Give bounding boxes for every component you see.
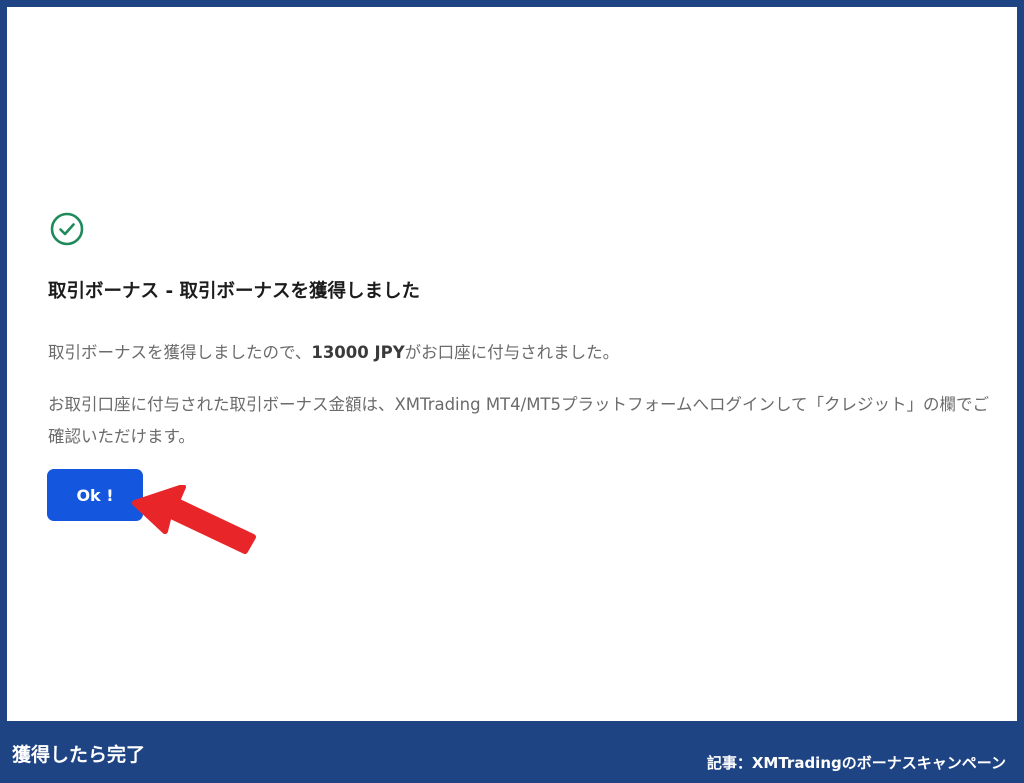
screenshot-frame: 取引ボーナス - 取引ボーナスを獲得しました 取引ボーナスを獲得しましたので、1… bbox=[0, 0, 1024, 783]
caption-completed: 獲得したら完了 bbox=[12, 744, 146, 766]
dialog-title: 取引ボーナス - 取引ボーナスを獲得しました bbox=[48, 281, 421, 302]
red-arrow-icon bbox=[132, 485, 256, 554]
dialog-panel: 取引ボーナス - 取引ボーナスを獲得しました 取引ボーナスを獲得しましたので、1… bbox=[7, 7, 1017, 721]
caption-article-link: 記事：XMTradingのボーナスキャンペーン bbox=[706, 754, 1006, 772]
bonus-message-suffix: がお口座に付与されました。 bbox=[404, 343, 620, 362]
bonus-message-prefix: 取引ボーナスを獲得しましたので、 bbox=[48, 343, 312, 362]
bonus-detail: お取引口座に付与された取引ボーナス金額は、XMTrading MT4/MT5プラ… bbox=[48, 395, 990, 446]
check-circle-icon bbox=[50, 212, 84, 246]
bonus-amount: 13000 JPY bbox=[311, 343, 405, 362]
bonus-message: 取引ボーナスを獲得しましたので、13000 JPYがお口座に付与されました。 bbox=[48, 339, 619, 363]
